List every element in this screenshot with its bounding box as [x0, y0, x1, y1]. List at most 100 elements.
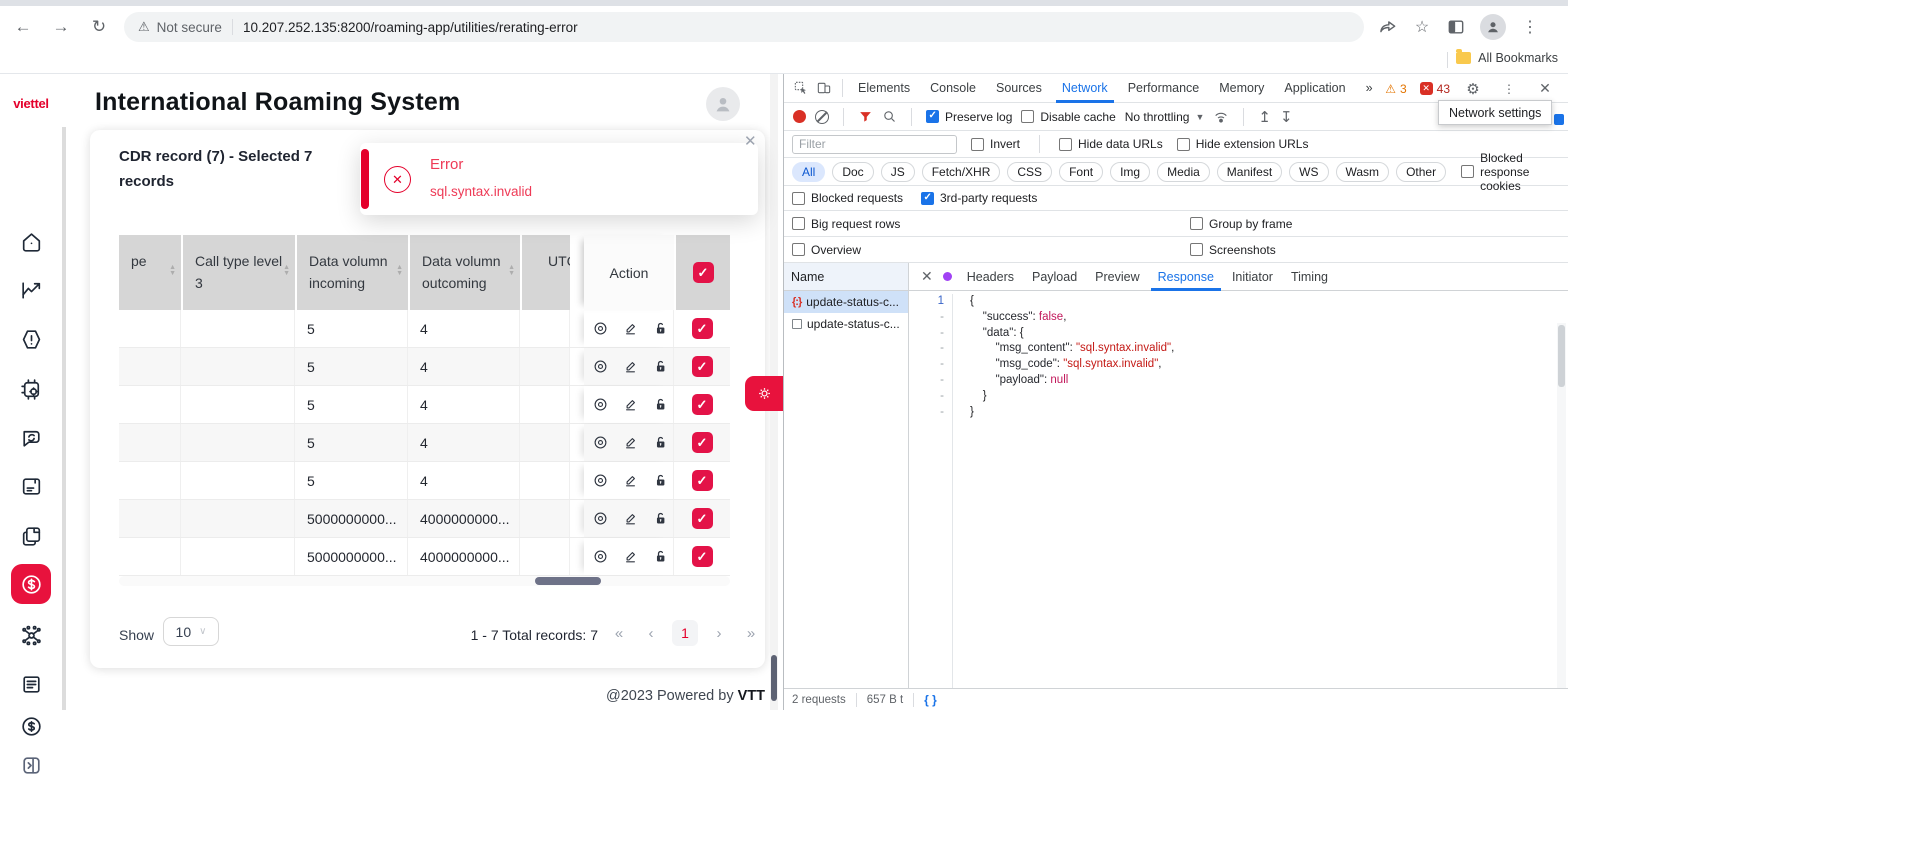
forward-icon[interactable]: →	[46, 12, 76, 42]
import-har-icon[interactable]: ↥	[1258, 108, 1271, 126]
response-json-code[interactable]: { "success": false, "data": { "msg_conte…	[953, 294, 1554, 420]
view-icon[interactable]	[592, 510, 609, 527]
column-header-data-volumn-incoming[interactable]: Data volumn incoming▲▼	[295, 235, 408, 310]
sort-icon[interactable]: ▲▼	[396, 265, 403, 277]
type-chip-fetch-xhr[interactable]: Fetch/XHR	[922, 162, 1001, 182]
toast-close-icon[interactable]: ✕	[744, 132, 757, 150]
inspect-element-icon[interactable]	[791, 78, 811, 98]
type-chip-other[interactable]: Other	[1396, 162, 1446, 182]
row-checkbox-checked[interactable]: ✓	[692, 318, 713, 339]
response-scroll-thumb[interactable]	[1558, 325, 1565, 387]
third-party-requests-checkbox[interactable]: 3rd-party requests	[921, 191, 1037, 205]
checkbox-unchecked-icon[interactable]	[1021, 110, 1034, 123]
reload-icon[interactable]: ↻	[84, 12, 114, 42]
bookmark-star-icon[interactable]: ☆	[1412, 17, 1432, 37]
sidebar-item-dollar-circle[interactable]	[11, 706, 51, 746]
screenshots-checkbox[interactable]: Screenshots	[1190, 243, 1276, 257]
sidebar-item-chat-sync[interactable]	[11, 418, 51, 458]
share-icon[interactable]	[1378, 17, 1398, 37]
vertical-scroll-thumb[interactable]	[771, 655, 777, 701]
sort-icon[interactable]: ▲▼	[283, 265, 290, 277]
sidebar-item-dollar[interactable]	[11, 564, 51, 604]
hide-extension-urls-checkbox[interactable]: Hide extension URLs	[1177, 137, 1309, 151]
sidebar-item-list[interactable]	[11, 664, 51, 704]
devtools-tab-performance[interactable]: Performance	[1118, 74, 1210, 103]
horizontal-scroll-thumb[interactable]	[535, 577, 601, 585]
lock-icon[interactable]	[652, 434, 669, 451]
devtools-tab-console[interactable]: Console	[920, 74, 986, 103]
column-header-data-volumn-outcoming[interactable]: Data volumn outcoming▲▼	[408, 235, 520, 310]
type-chip-doc[interactable]: Doc	[832, 162, 873, 182]
row-checkbox-checked[interactable]: ✓	[692, 356, 713, 377]
sidebar-item-network-hub[interactable]	[11, 615, 51, 655]
more-tabs-icon[interactable]: »	[1356, 74, 1383, 103]
back-icon[interactable]: ←	[8, 12, 38, 42]
errors-badge[interactable]: ✕43	[1420, 82, 1450, 96]
overview-checkbox[interactable]: Overview	[792, 243, 861, 257]
edit-icon[interactable]	[622, 510, 639, 527]
page-size-select[interactable]: 10 ∨	[163, 617, 219, 646]
close-detail-icon[interactable]: ✕	[921, 268, 933, 285]
devtools-tab-memory[interactable]: Memory	[1209, 74, 1274, 103]
detail-tab-preview[interactable]: Preview	[1086, 263, 1148, 291]
sidebar-item-line-chart[interactable]	[11, 270, 51, 310]
address-bar[interactable]: ⚠ Not secure 10.207.252.135:8200/roaming…	[124, 12, 1364, 42]
row-checkbox-checked[interactable]: ✓	[692, 508, 713, 529]
devtools-tab-sources[interactable]: Sources	[986, 74, 1052, 103]
search-icon[interactable]	[882, 109, 897, 124]
lock-icon[interactable]	[652, 472, 669, 489]
sort-icon[interactable]: ▲▼	[508, 265, 515, 277]
view-icon[interactable]	[592, 358, 609, 375]
record-network-log-icon[interactable]	[793, 110, 806, 123]
sidebar-scrollbar[interactable]	[62, 127, 66, 710]
devtools-tab-elements[interactable]: Elements	[848, 74, 920, 103]
next-page-button[interactable]: ›	[708, 621, 730, 645]
devtools-close-icon[interactable]: ✕	[1535, 79, 1555, 99]
edit-icon[interactable]	[622, 548, 639, 565]
column-header-utc[interactable]: UTC	[520, 235, 570, 310]
select-all-checkbox[interactable]: ✓	[693, 262, 714, 283]
lock-icon[interactable]	[652, 396, 669, 413]
prev-page-button[interactable]: ‹	[640, 621, 662, 645]
device-toolbar-icon[interactable]	[814, 78, 834, 98]
edit-icon[interactable]	[622, 396, 639, 413]
network-conditions-icon[interactable]	[1213, 109, 1229, 125]
browser-menu-icon[interactable]: ⋮	[1520, 17, 1540, 37]
type-chip-img[interactable]: Img	[1110, 162, 1150, 182]
lock-icon[interactable]	[652, 510, 669, 527]
row-checkbox-checked[interactable]: ✓	[692, 546, 713, 567]
devtools-menu-icon[interactable]: ⋮	[1499, 79, 1519, 99]
sidebar-item-alert-hexagon[interactable]	[11, 319, 51, 359]
view-icon[interactable]	[592, 472, 609, 489]
devtools-tab-network[interactable]: Network	[1052, 74, 1118, 103]
edit-icon[interactable]	[622, 434, 639, 451]
export-har-icon[interactable]: ↧	[1280, 108, 1293, 126]
all-bookmarks-button[interactable]: All Bookmarks	[1456, 51, 1558, 65]
first-page-button[interactable]: «	[608, 621, 630, 645]
detail-tab-response[interactable]: Response	[1149, 263, 1223, 291]
devtools-tab-application[interactable]: Application	[1274, 74, 1355, 103]
column-header-call-type[interactable]: pe▲▼	[119, 235, 181, 310]
view-icon[interactable]	[592, 434, 609, 451]
row-checkbox-checked[interactable]: ✓	[692, 394, 713, 415]
detail-tab-timing[interactable]: Timing	[1282, 263, 1337, 291]
type-chip-all[interactable]: All	[792, 162, 825, 182]
name-column-header[interactable]: Name	[784, 263, 908, 291]
edit-icon[interactable]	[622, 358, 639, 375]
type-chip-font[interactable]: Font	[1059, 162, 1103, 182]
lock-icon[interactable]	[652, 548, 669, 565]
row-checkbox-checked[interactable]: ✓	[692, 432, 713, 453]
format-braces-icon[interactable]: { }	[924, 693, 937, 707]
hide-data-urls-checkbox[interactable]: Hide data URLs	[1059, 137, 1163, 151]
current-page-button[interactable]: 1	[672, 620, 698, 646]
detail-tab-initiator[interactable]: Initiator	[1223, 263, 1282, 291]
browser-profile-avatar[interactable]	[1480, 14, 1506, 40]
detail-tab-headers[interactable]: Headers	[958, 263, 1023, 291]
side-panel-icon[interactable]	[1446, 17, 1466, 37]
clear-network-log-icon[interactable]	[815, 110, 829, 124]
view-icon[interactable]	[592, 320, 609, 337]
warnings-badge[interactable]: ⚠ 3	[1385, 82, 1406, 96]
type-chip-wasm[interactable]: Wasm	[1336, 162, 1390, 182]
view-icon[interactable]	[592, 396, 609, 413]
sidebar-item-files[interactable]	[11, 516, 51, 556]
